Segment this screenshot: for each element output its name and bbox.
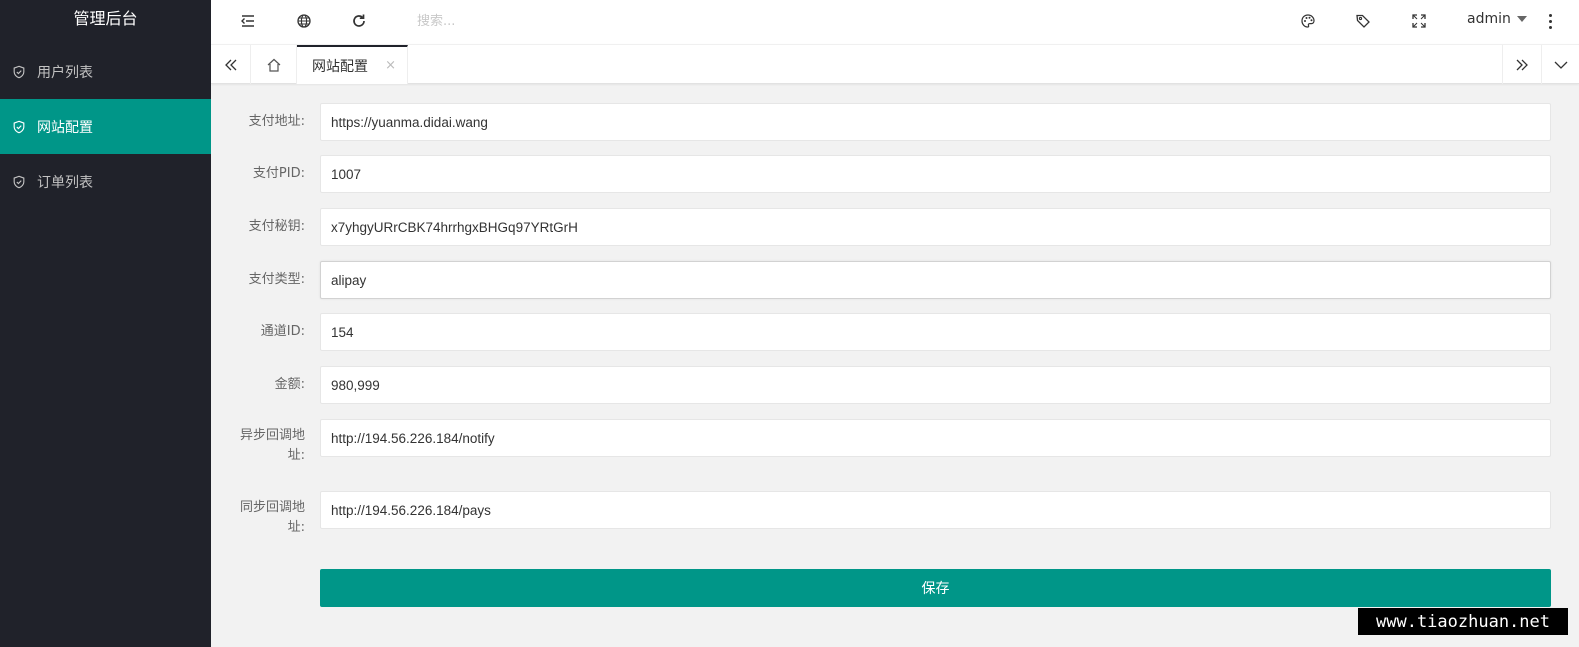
shield-check-icon	[12, 175, 26, 189]
search-input[interactable]	[417, 10, 637, 32]
amount-field[interactable]	[320, 366, 1551, 404]
pay-type-field[interactable]	[320, 261, 1551, 299]
field-label: 支付秘钥:	[248, 219, 305, 234]
field-label: 支付类型:	[248, 272, 305, 287]
field-label: 同步回调地址:	[239, 500, 305, 535]
sidebar-item-label: 用户列表	[37, 64, 93, 81]
more-vertical-icon[interactable]	[1547, 12, 1553, 30]
tabs-bar: 网站配置 ×	[211, 44, 1579, 84]
sidebar-item-site-config[interactable]: 网站配置	[0, 99, 211, 154]
save-button[interactable]: 保存	[320, 569, 1551, 607]
sidebar-item-label: 网站配置	[37, 119, 93, 136]
tag-icon[interactable]	[1354, 12, 1372, 30]
notify-url-field[interactable]	[320, 419, 1551, 457]
close-icon[interactable]: ×	[385, 58, 396, 73]
shield-check-icon	[12, 120, 26, 134]
pay-pid-field[interactable]	[320, 155, 1551, 193]
caret-down-icon	[1516, 16, 1527, 22]
watermark: www.tiaozhuan.net	[1358, 608, 1568, 635]
site-config-form: 支付地址: 支付PID: 支付秘钥: 支付类型: 通道ID: 金额: 异步回调地…	[211, 84, 1579, 647]
tab-site-config[interactable]: 网站配置 ×	[297, 45, 408, 84]
double-chevron-left-icon[interactable]	[211, 45, 251, 84]
channel-id-field[interactable]	[320, 313, 1551, 351]
username: admin	[1467, 11, 1511, 27]
field-label: 支付PID:	[252, 166, 305, 181]
user-menu[interactable]: admin	[1467, 11, 1527, 27]
field-label: 异步回调地址:	[239, 428, 305, 463]
shield-check-icon	[12, 65, 26, 79]
theme-palette-icon[interactable]	[1299, 12, 1317, 30]
pay-secret-field[interactable]	[320, 208, 1551, 246]
app-logo-title: 管理后台	[73, 9, 138, 28]
field-label: 支付地址:	[248, 114, 305, 129]
sidebar-item-orders[interactable]: 订单列表	[0, 154, 211, 209]
sidebar: 管理后台 用户列表 网站配置 订单列表	[0, 0, 211, 647]
top-header: admin	[211, 0, 1579, 44]
field-label: 金额:	[274, 377, 305, 392]
sidebar-item-label: 订单列表	[37, 174, 93, 191]
pay-url-field[interactable]	[320, 103, 1551, 141]
menu-fold-icon[interactable]	[239, 12, 257, 30]
globe-icon[interactable]	[295, 12, 313, 30]
sidebar-item-users[interactable]: 用户列表	[0, 44, 211, 99]
double-chevron-right-icon[interactable]	[1502, 45, 1542, 84]
home-icon[interactable]	[252, 45, 297, 84]
refresh-icon[interactable]	[350, 12, 368, 30]
fullscreen-icon[interactable]	[1410, 12, 1428, 30]
field-label: 通道ID:	[260, 324, 305, 339]
chevron-down-icon[interactable]	[1543, 45, 1579, 84]
tab-label: 网站配置	[312, 58, 368, 75]
return-url-field[interactable]	[320, 491, 1551, 529]
